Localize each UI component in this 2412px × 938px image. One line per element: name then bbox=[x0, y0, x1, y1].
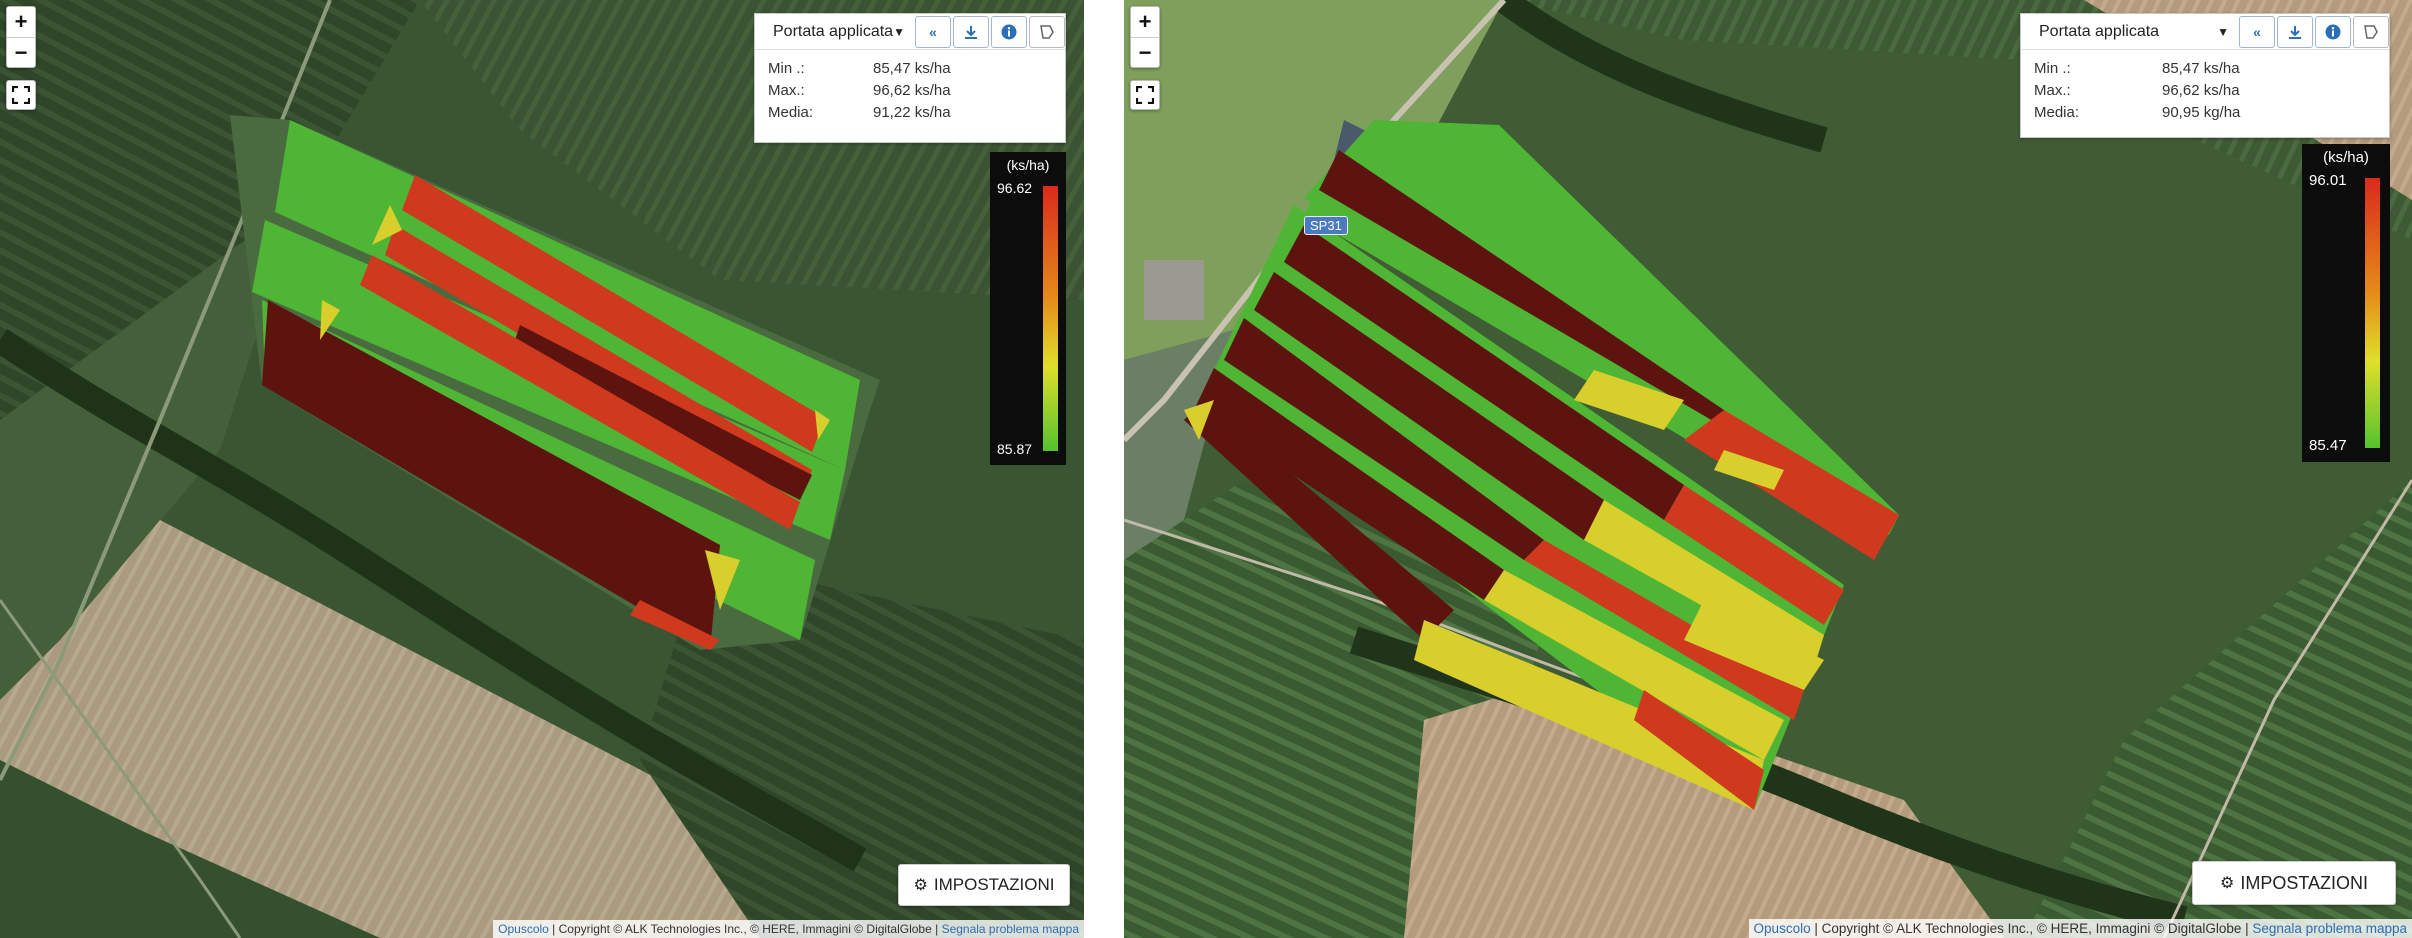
stat-min: Min .: 85,47 ks/ha bbox=[2034, 60, 2240, 77]
layer-select[interactable]: Portata applicata ▼ bbox=[755, 14, 915, 49]
stat-max: Max.: 96,62 ks/ha bbox=[768, 82, 951, 99]
stats-list: Min .: 85,47 ks/ha Max.: 96,62 ks/ha Media… bbox=[755, 50, 1065, 124]
legend-gradient bbox=[1043, 186, 1058, 451]
zoom-control: + − bbox=[1130, 6, 1160, 68]
attribution-text: | Copyright © ALK Technologies Inc., © H… bbox=[548, 922, 942, 936]
legend-unit: (ks/ha) bbox=[2323, 149, 2369, 166]
legend-max: 96.01 bbox=[2309, 172, 2347, 189]
stat-max: Max.: 96,62 ks/ha bbox=[2034, 82, 2240, 99]
map-panel-left[interactable]: + − Portata applicata ▼ « Min .: 85,47 ks… bbox=[0, 0, 1084, 938]
caret-down-icon: ▼ bbox=[2217, 24, 2229, 39]
gear-icon: ⚙ bbox=[913, 877, 928, 894]
legend-unit: (ks/ha) bbox=[1006, 157, 1050, 173]
zoom-in-icon[interactable]: + bbox=[1131, 7, 1159, 37]
brochure-link[interactable]: Opuscolo bbox=[1754, 921, 1811, 936]
stat-mean: Media: 91,22 ks/ha bbox=[768, 104, 951, 121]
satellite-map-right[interactable] bbox=[1124, 0, 2412, 938]
gear-icon: ⚙ bbox=[2219, 875, 2235, 892]
stats-panel: Portata applicata ▼ « Min .: 85,47 ks/ha … bbox=[2020, 13, 2390, 138]
color-legend: (ks/ha) 96.01 85.47 bbox=[2302, 144, 2390, 462]
report-map-problem-link[interactable]: Segnala problema mappa bbox=[2252, 921, 2407, 936]
legend-gradient bbox=[2365, 178, 2380, 448]
map-attribution: Opuscolo | Copyright © ALK Technologies … bbox=[493, 920, 1084, 938]
legend-min: 85.47 bbox=[2309, 437, 2347, 454]
legend-min: 85.87 bbox=[997, 441, 1033, 457]
settings-label: IMPOSTAZIONI bbox=[933, 875, 1055, 894]
color-legend: (ks/ha) 96.62 85.87 bbox=[990, 152, 1066, 465]
stat-mean: Media: 90,95 kg/ha bbox=[2034, 104, 2241, 121]
map-panel-right[interactable]: SP31 + − Portata applicata ▼ « Min .: 85,… bbox=[1124, 0, 2412, 938]
fullscreen-icon[interactable] bbox=[6, 80, 36, 110]
zoom-in-icon[interactable]: + bbox=[7, 7, 35, 37]
zoom-control: + − bbox=[6, 6, 36, 68]
settings-button[interactable]: ⚙ IMPOSTAZIONI bbox=[2192, 861, 2396, 905]
layer-select[interactable]: Portata applicata ▼ bbox=[2021, 14, 2239, 49]
download-icon[interactable] bbox=[953, 15, 989, 48]
zoom-out-icon[interactable]: − bbox=[7, 37, 35, 67]
download-icon[interactable] bbox=[2277, 15, 2313, 48]
map-attribution: Opuscolo | Copyright © ALK Technologies … bbox=[1748, 919, 2412, 938]
building bbox=[1144, 260, 1204, 320]
fullscreen-icon[interactable] bbox=[1130, 80, 1160, 110]
chevron-up-double-icon[interactable]: « bbox=[915, 15, 951, 48]
brochure-link[interactable]: Opuscolo bbox=[498, 922, 549, 936]
zoom-out-icon[interactable]: − bbox=[1131, 37, 1159, 67]
legend-max: 96.62 bbox=[997, 180, 1033, 196]
stat-min: Min .: 85,47 ks/ha bbox=[768, 60, 951, 77]
settings-label: IMPOSTAZIONI bbox=[2240, 872, 2368, 893]
road-label-sp31: SP31 bbox=[1304, 216, 1348, 235]
polygon-icon[interactable] bbox=[1029, 15, 1065, 48]
attribution-text: | Copyright © ALK Technologies Inc., © H… bbox=[1810, 921, 2253, 936]
layer-select-value: Portata applicata bbox=[2039, 22, 2160, 40]
info-icon[interactable] bbox=[991, 15, 1027, 48]
chevron-up-double-icon[interactable]: « bbox=[2239, 15, 2275, 48]
stats-panel: Portata applicata ▼ « Min .: 85,47 ks/ha … bbox=[754, 13, 1066, 143]
layer-select-value: Portata applicata bbox=[773, 22, 894, 40]
settings-button[interactable]: ⚙ IMPOSTAZIONI bbox=[898, 864, 1070, 906]
stats-list: Min .: 85,47 ks/ha Max.: 96,62 ks/ha Media… bbox=[2021, 50, 2389, 124]
info-icon[interactable] bbox=[2315, 15, 2351, 48]
caret-down-icon: ▼ bbox=[893, 24, 905, 39]
report-map-problem-link[interactable]: Segnala problema mappa bbox=[942, 922, 1079, 936]
polygon-icon[interactable] bbox=[2353, 15, 2389, 48]
